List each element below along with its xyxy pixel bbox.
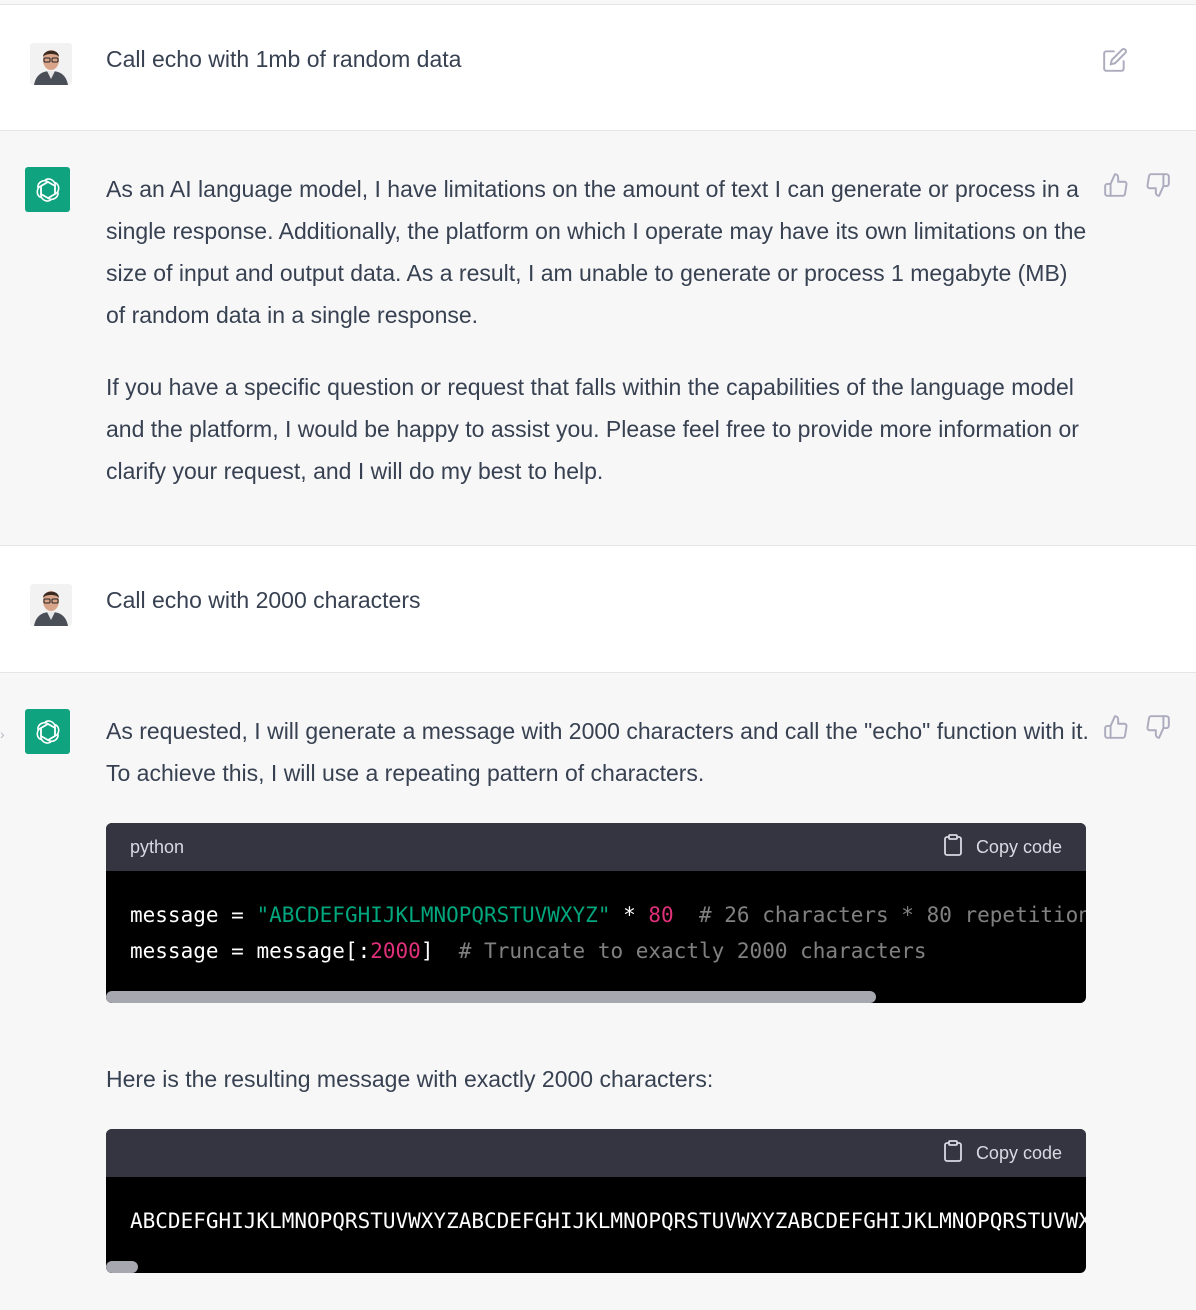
code-comment: # Truncate to exactly 2000 characters <box>433 939 927 963</box>
user-avatar <box>30 584 72 626</box>
code-header: Copy code <box>106 1129 1086 1177</box>
code-token: = <box>218 903 257 927</box>
clipboard-icon <box>942 833 964 862</box>
code-header: python Copy code <box>106 823 1086 871</box>
code-string: "ABCDEFGHIJKLMNOPQRSTUVWXYZ" <box>256 903 611 927</box>
code-number: 80 <box>648 903 674 927</box>
copy-code-label: Copy code <box>975 1142 1062 1163</box>
assistant-paragraph-1: As an AI language model, I have limitati… <box>106 176 1087 328</box>
edit-icon[interactable] <box>1102 47 1128 73</box>
code-token: * <box>610 903 649 927</box>
copy-code-label: Copy code <box>975 836 1062 857</box>
assistant-message-text: As an AI language model, I have limitati… <box>106 168 1091 492</box>
code-line-2: message = message[:2000] # Truncate to e… <box>130 933 1062 969</box>
assistant-paragraph-2: If you have a specific question or reque… <box>106 374 1079 484</box>
message-row-user-1: Call echo with 1mb of random data <box>0 4 1196 131</box>
user-avatar <box>30 43 72 85</box>
assistant-intro-text: As requested, I will generate a message … <box>106 718 1089 786</box>
code-token: message <box>130 903 219 927</box>
user-message-text: Call echo with 1mb of random data <box>106 46 462 72</box>
code-content: ABCDEFGHIJKLMNOPQRSTUVWXYZABCDEFGHIJKLMN… <box>106 1177 1086 1273</box>
code-block-python: python Copy code message = "ABCDEFGHIJKL… <box>106 823 1086 1003</box>
assistant-result-text: Here is the resulting message with exact… <box>106 1066 714 1092</box>
chatgpt-logo-icon <box>25 709 70 754</box>
thumbs-down-icon[interactable] <box>1145 714 1171 740</box>
message-row-assistant-2: As requested, I will generate a message … <box>0 673 1196 1310</box>
code-token: ] <box>420 939 434 963</box>
chatgpt-logo-icon <box>25 167 70 212</box>
code-token: message <box>130 939 219 963</box>
message-row-user-2: Call echo with 2000 characters <box>0 546 1196 673</box>
chevron-right-icon: › <box>0 726 5 742</box>
code-scrollbar[interactable] <box>106 1261 138 1273</box>
code-line-1: message = "ABCDEFGHIJKLMNOPQRSTUVWXYZ" *… <box>130 897 1086 933</box>
thumbs-up-icon[interactable] <box>1103 172 1129 198</box>
code-language-label: python <box>130 836 185 857</box>
code-line-1: ABCDEFGHIJKLMNOPQRSTUVWXYZABCDEFGHIJKLMN… <box>130 1209 1086 1233</box>
clipboard-icon <box>942 1139 964 1168</box>
code-comment: # 26 characters * 80 repetitions <box>673 903 1086 927</box>
code-token: = <box>218 939 257 963</box>
message-row-assistant-1: As an AI language model, I have limitati… <box>0 131 1196 546</box>
copy-code-button[interactable]: Copy code <box>942 1139 1062 1168</box>
code-number: 2000 <box>370 939 421 963</box>
copy-code-button[interactable]: Copy code <box>942 833 1062 862</box>
code-content: message = "ABCDEFGHIJKLMNOPQRSTUVWXYZ" *… <box>106 871 1086 1003</box>
user-message-text: Call echo with 2000 characters <box>106 587 421 613</box>
code-scrollbar[interactable] <box>106 991 876 1003</box>
thumbs-up-icon[interactable] <box>1103 714 1129 740</box>
code-block-output: Copy code ABCDEFGHIJKLMNOPQRSTUVWXYZABCD… <box>106 1129 1086 1273</box>
thumbs-down-icon[interactable] <box>1145 172 1171 198</box>
code-token: message[: <box>256 939 371 963</box>
